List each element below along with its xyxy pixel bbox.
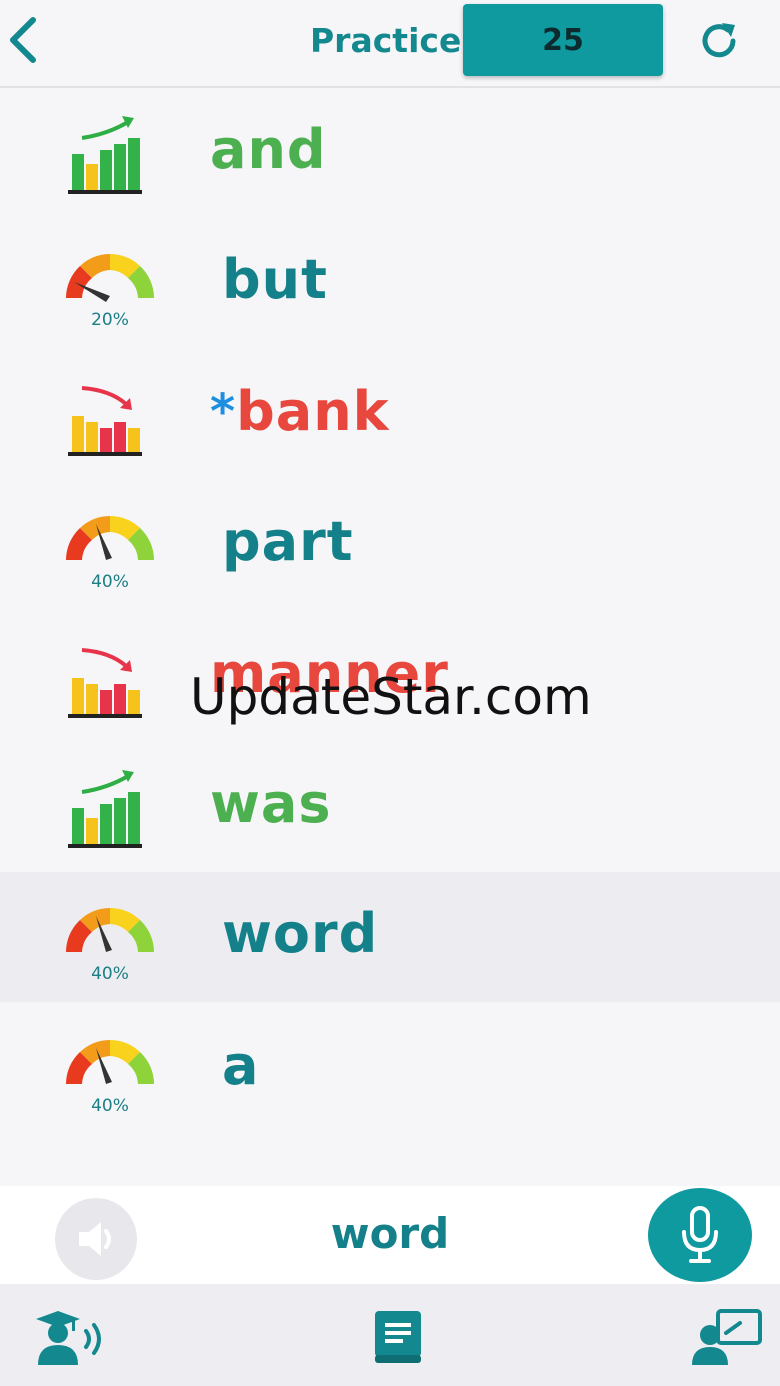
back-button[interactable]: [0, 10, 44, 70]
microphone-button[interactable]: [648, 1188, 752, 1282]
gauge-percent: 40%: [91, 964, 129, 984]
microphone-icon: [682, 1206, 718, 1263]
gauge-percent: 40%: [91, 1096, 129, 1116]
word-label: word: [222, 902, 379, 965]
refresh-icon: [702, 23, 736, 58]
word-label: but: [222, 248, 328, 311]
gauge-percent: 20%: [91, 310, 129, 330]
chevron-left-icon: [10, 17, 36, 63]
word-label: a: [222, 1034, 260, 1097]
word-count-button[interactable]: 25: [463, 4, 663, 76]
gauge-percent: 40%: [91, 572, 129, 592]
teacher-board-icon: [692, 1309, 762, 1365]
word-row[interactable]: was: [0, 742, 780, 872]
page-title: Practice: [310, 21, 462, 60]
nav-word-book[interactable]: [358, 1302, 438, 1372]
gauge-icon: 20%: [60, 238, 160, 330]
trend-up-icon: [60, 762, 160, 852]
gauge-icon: 40%: [60, 892, 160, 984]
word-row[interactable]: 40% a: [0, 1004, 780, 1134]
word-row[interactable]: 40% part: [0, 480, 780, 610]
word-row[interactable]: *bank: [0, 350, 780, 480]
trend-up-icon: [60, 108, 160, 198]
word-row[interactable]: and: [0, 88, 780, 218]
nav-speaking-practice[interactable]: [32, 1302, 112, 1372]
trend-down-icon: [60, 632, 160, 722]
student-speaking-icon: [36, 1311, 101, 1365]
word-label: was: [210, 772, 332, 835]
bottom-navigation: [0, 1284, 780, 1386]
book-icon: [375, 1311, 421, 1363]
gauge-icon: 40%: [60, 1024, 160, 1116]
trend-down-icon: [60, 370, 160, 460]
word-row-selected[interactable]: 40% word: [0, 872, 780, 1002]
header: Practice 25: [0, 0, 780, 88]
current-word-bar: word: [0, 1186, 780, 1284]
word-row[interactable]: 20% but: [0, 218, 780, 348]
gauge-icon: 40%: [60, 500, 160, 592]
nav-teacher-lessons[interactable]: [686, 1302, 766, 1372]
watermark: UpdateStar.com: [190, 668, 592, 726]
word-label: part: [222, 510, 354, 573]
word-label: and: [210, 118, 327, 181]
word-label: *bank: [210, 380, 390, 443]
star-marker: *: [210, 384, 237, 440]
refresh-button[interactable]: [694, 16, 744, 66]
